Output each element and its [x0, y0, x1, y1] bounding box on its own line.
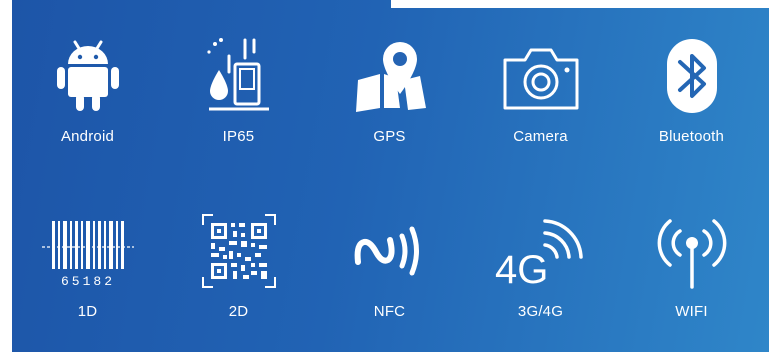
signal-4g-icon: 4G [486, 208, 596, 293]
feature-label-qr: 2D [228, 303, 249, 320]
feature-camera: Camera [465, 15, 616, 165]
feature-grid: Android IP65 GPS Camera Bluetooth 65182 … [12, 0, 769, 352]
network-icon-text: 4G [495, 248, 548, 291]
top-notch [391, 0, 769, 8]
feature-wifi: WIFI [616, 190, 767, 340]
feature-gps: GPS [314, 15, 465, 165]
feature-nfc: NFC [314, 190, 465, 340]
water-drop-icon [184, 33, 294, 118]
feature-label-camera: Camera [513, 128, 568, 145]
feature-label-wifi: WIFI [675, 303, 708, 320]
camera-icon [486, 33, 596, 118]
wifi-antenna-icon [637, 208, 747, 293]
barcode-number: 65182 [60, 274, 114, 289]
qr-code-icon [184, 208, 294, 293]
feature-qr: 2D [163, 190, 314, 340]
feature-panel: Android IP65 GPS Camera Bluetooth 65182 … [12, 0, 769, 352]
feature-label-barcode: 1D [77, 303, 98, 320]
feature-android: Android [12, 15, 163, 165]
feature-label-nfc: NFC [373, 303, 406, 320]
feature-label-network: 3G/4G [517, 303, 564, 320]
barcode-icon: 65182 [33, 208, 143, 293]
feature-network: 4G 3G/4G [465, 190, 616, 340]
feature-ip65: IP65 [163, 15, 314, 165]
feature-barcode: 65182 1D [12, 190, 163, 340]
map-pin-icon [335, 33, 445, 118]
feature-label-bluetooth: Bluetooth [658, 128, 725, 145]
nfc-icon [335, 208, 445, 293]
feature-bluetooth: Bluetooth [616, 15, 767, 165]
android-icon [33, 33, 143, 118]
feature-label-android: Android [60, 128, 115, 145]
feature-label-ip65: IP65 [222, 128, 255, 145]
bluetooth-icon [637, 33, 747, 118]
feature-label-gps: GPS [373, 128, 406, 145]
